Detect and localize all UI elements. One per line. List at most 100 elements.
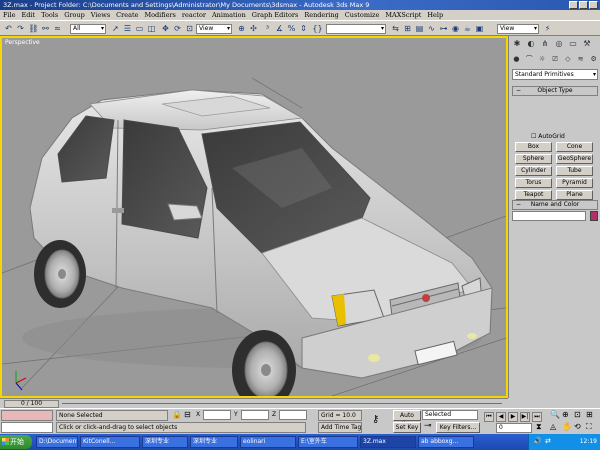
object-type-rollout-header[interactable]: − Object Type: [512, 86, 598, 96]
torus-button[interactable]: Torus: [515, 178, 552, 188]
menu-reactor[interactable]: reactor: [179, 11, 209, 19]
maxscript-input-mini[interactable]: [1, 422, 53, 433]
next-frame-icon[interactable]: ▶|: [520, 412, 530, 422]
play-icon[interactable]: ▶: [508, 412, 518, 422]
previous-frame-icon[interactable]: ◀: [496, 412, 506, 422]
hierarchy-tab-icon[interactable]: ⋔: [539, 38, 551, 50]
menu-customize[interactable]: Customize: [342, 11, 383, 19]
tube-button[interactable]: Tube: [556, 166, 593, 176]
align-icon[interactable]: ⊞: [402, 23, 413, 34]
object-name-field[interactable]: [512, 211, 586, 221]
task-item[interactable]: KitConell...: [80, 436, 140, 448]
time-config-icon[interactable]: ⧗: [536, 422, 542, 432]
cylinder-button[interactable]: Cylinder: [515, 166, 552, 176]
lock-selection-icon[interactable]: 🔒: [172, 410, 182, 420]
display-tab-icon[interactable]: ▭: [567, 38, 579, 50]
teapot-button[interactable]: Teapot: [515, 190, 552, 200]
render-frame-icon[interactable]: ▣: [474, 23, 485, 34]
volume-icon[interactable]: 🔊: [533, 437, 542, 445]
close-button[interactable]: [589, 1, 598, 9]
zoom-extents-icon[interactable]: ⊡: [574, 410, 581, 420]
network-icon[interactable]: ⇄: [545, 437, 551, 445]
maxscript-listener-mini[interactable]: [1, 410, 53, 421]
task-item[interactable]: D:\Documents and...: [36, 436, 78, 448]
layer-manager-icon[interactable]: ▤: [414, 23, 425, 34]
edit-named-selection-icon[interactable]: {}: [312, 23, 323, 34]
menu-edit[interactable]: Edit: [19, 11, 39, 19]
menu-views[interactable]: Views: [88, 11, 113, 19]
maximize-button[interactable]: [579, 1, 588, 9]
snaps-toggle-icon[interactable]: ³: [262, 23, 273, 34]
render-type-dropdown[interactable]: View: [497, 24, 539, 34]
menu-graph-editors[interactable]: Graph Editors: [249, 11, 302, 19]
menu-modifiers[interactable]: Modifiers: [141, 11, 178, 19]
go-to-start-icon[interactable]: ⏮: [484, 412, 494, 422]
render-setup-icon[interactable]: ☕: [462, 23, 473, 34]
auto-key-button[interactable]: Auto Key: [393, 410, 421, 428]
helpers-icon[interactable]: ◇: [562, 54, 573, 65]
task-item[interactable]: eolinari: [240, 436, 296, 448]
selection-region-icon[interactable]: ▭: [134, 23, 145, 34]
zoom-all-icon[interactable]: ⊕: [562, 410, 569, 420]
create-tab-icon[interactable]: ✱: [511, 38, 523, 50]
cameras-icon[interactable]: ⎚: [550, 54, 561, 65]
menu-create[interactable]: Create: [113, 11, 141, 19]
quick-render-icon[interactable]: ⚡: [542, 23, 553, 34]
percent-snap-icon[interactable]: %: [286, 23, 297, 34]
geosphere-button[interactable]: GeoSphere: [556, 154, 593, 164]
space-warps-icon[interactable]: ≋: [575, 54, 586, 65]
systems-icon[interactable]: ⚙: [588, 54, 599, 65]
y-coordinate-field[interactable]: [241, 410, 269, 420]
named-selection-dropdown[interactable]: [326, 24, 386, 34]
name-color-rollout-header[interactable]: − Name and Color: [512, 200, 598, 210]
select-move-icon[interactable]: ✥: [160, 23, 171, 34]
bind-space-warp-icon[interactable]: ≈: [52, 23, 63, 34]
spinner-snap-icon[interactable]: ⇕: [298, 23, 309, 34]
x-coordinate-field[interactable]: [203, 410, 231, 420]
key-mode-dropdown[interactable]: Selected: [422, 410, 478, 420]
link-icon[interactable]: ⛓: [28, 23, 39, 34]
primitive-category-dropdown[interactable]: Standard Primitives: [512, 69, 598, 80]
zoom-extents-all-icon[interactable]: ⊞: [586, 410, 593, 420]
box-button[interactable]: Box: [515, 142, 552, 152]
start-button[interactable]: 开始: [0, 435, 32, 449]
field-of-view-icon[interactable]: ◬: [550, 422, 556, 432]
pivot-center-icon[interactable]: ⊕: [236, 23, 247, 34]
sphere-button[interactable]: Sphere: [515, 154, 552, 164]
key-filters-button[interactable]: Key Filters...: [436, 422, 480, 433]
shapes-icon[interactable]: ⌒: [524, 54, 535, 65]
select-manipulate-icon[interactable]: ✣: [248, 23, 259, 34]
pan-icon[interactable]: ✋: [562, 422, 572, 432]
pyramid-button[interactable]: Pyramid: [556, 178, 593, 188]
curve-editor-icon[interactable]: ∿: [426, 23, 437, 34]
menu-maxscript[interactable]: MAXScript: [382, 11, 424, 19]
viewport-label[interactable]: Perspective: [5, 39, 40, 46]
task-item[interactable]: 深圳专业: [190, 436, 238, 448]
absolute-mode-icon[interactable]: ⊟: [184, 410, 191, 420]
task-item-active[interactable]: 3Z.max: [360, 436, 416, 448]
object-color-swatch[interactable]: [590, 211, 598, 221]
select-rotate-icon[interactable]: ⟳: [172, 23, 183, 34]
timeline-track[interactable]: [62, 403, 502, 405]
zoom-icon[interactable]: 🔍: [550, 410, 560, 420]
add-time-tag-button[interactable]: Add Time Tag: [318, 422, 362, 433]
task-item[interactable]: ab abboxg...: [418, 436, 474, 448]
selection-filter-dropdown[interactable]: All: [70, 24, 106, 34]
undo-icon[interactable]: ↶: [3, 23, 14, 34]
modify-tab-icon[interactable]: ◐: [525, 38, 537, 50]
task-item[interactable]: E:\室外车: [298, 436, 358, 448]
go-to-end-icon[interactable]: ⏭: [532, 412, 542, 422]
select-object-icon[interactable]: ➚: [110, 23, 121, 34]
motion-tab-icon[interactable]: ◎: [553, 38, 565, 50]
lights-icon[interactable]: ☼: [537, 54, 548, 65]
menu-file[interactable]: File: [0, 11, 19, 19]
material-editor-icon[interactable]: ◉: [450, 23, 461, 34]
menu-animation[interactable]: Animation: [209, 11, 249, 19]
unlink-icon[interactable]: ⚯: [40, 23, 51, 34]
menu-help[interactable]: Help: [424, 11, 446, 19]
arc-rotate-icon[interactable]: ⟲: [574, 422, 581, 432]
geometry-icon[interactable]: ●: [511, 54, 522, 65]
select-scale-icon[interactable]: ⊡: [184, 23, 195, 34]
perspective-viewport[interactable]: Perspective: [0, 36, 508, 398]
current-frame-field[interactable]: 0: [496, 423, 532, 433]
